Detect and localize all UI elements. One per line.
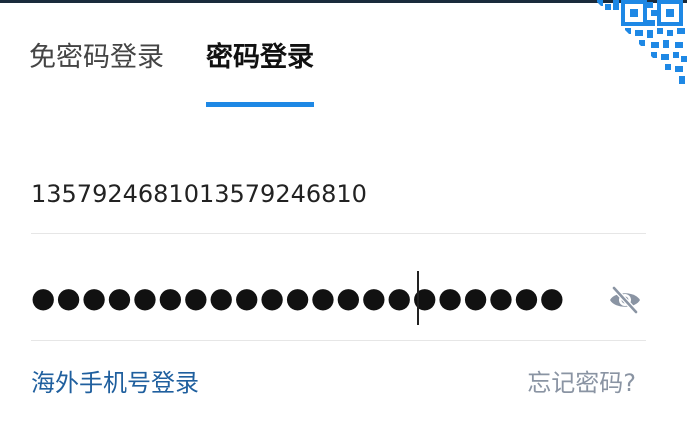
forgot-password-link[interactable]: 忘记密码? bbox=[527, 366, 636, 400]
password-masked-value: ●●●●●●●●●●●●●●●●●●●●● bbox=[31, 281, 566, 314]
eye-slash-icon[interactable] bbox=[608, 283, 642, 317]
phone-number-field[interactable]: 13579246810135792468​10 bbox=[31, 172, 646, 234]
overseas-phone-login-link[interactable]: 海外手机号登录 bbox=[31, 366, 199, 400]
password-field[interactable]: ●●●●●●●●●●●●●●●●●●●●● bbox=[31, 262, 646, 341]
login-tabs: 免密码登录 密码登录 bbox=[29, 38, 356, 108]
top-border bbox=[0, 0, 687, 3]
text-caret bbox=[417, 271, 419, 325]
phone-number-value: 13579246810135792468​10 bbox=[31, 180, 367, 208]
tab-password-login[interactable]: 密码登录 bbox=[206, 38, 314, 108]
login-links-row: 海外手机号登录 忘记密码? bbox=[31, 366, 646, 402]
qr-code-icon[interactable] bbox=[595, 0, 687, 92]
tab-passwordless-login[interactable]: 免密码登录 bbox=[29, 38, 164, 108]
login-panel: 免密码登录 密码登录 bbox=[0, 0, 687, 441]
